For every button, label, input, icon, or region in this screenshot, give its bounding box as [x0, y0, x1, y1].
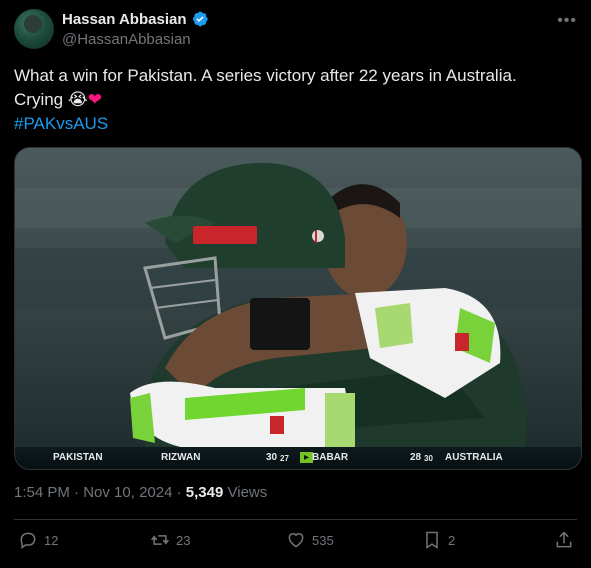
avatar[interactable]	[14, 9, 54, 49]
separator: ·	[172, 484, 186, 501]
reply-button[interactable]: 12	[18, 530, 58, 550]
team-left: PAKISTAN	[53, 452, 103, 463]
reply-icon	[20, 532, 36, 549]
tweet-text: What a win for Pakistan. A series victor…	[14, 64, 574, 136]
heart-emoji-icon: ❤	[87, 90, 102, 109]
batter2-name: BABAR	[312, 452, 349, 463]
more-options-icon[interactable]: •••	[557, 12, 577, 30]
action-bar: 12 23 535 2	[14, 530, 577, 554]
views-label: Views	[223, 484, 268, 501]
time-text[interactable]: 1:54 PM	[14, 484, 70, 501]
like-button[interactable]: 535	[286, 530, 334, 550]
author-handle[interactable]: @HassanAbbasian	[62, 31, 191, 48]
batter1-name: RIZWAN	[161, 452, 201, 463]
tweet-line1: What a win for Pakistan. A series victor…	[14, 66, 517, 85]
separator: ·	[69, 484, 84, 501]
hashtag-link[interactable]: #PAKvsAUS	[14, 112, 574, 136]
tweet-line2: Crying	[14, 90, 68, 109]
bookmark-icon	[426, 531, 438, 549]
repost-icon	[151, 535, 169, 545]
heart-icon	[288, 533, 304, 548]
views-count: 5,349	[185, 484, 224, 501]
batter2-score: 28	[410, 452, 422, 463]
reply-count: 12	[44, 532, 59, 548]
divider	[14, 519, 577, 520]
tweet-image[interactable]: PAKISTAN RIZWAN 30 27 ▸ BABAR 28 30 AUST…	[14, 147, 582, 470]
team-right: AUSTRALIA	[445, 452, 503, 463]
bookmark-button[interactable]: 2	[422, 530, 455, 550]
author-name[interactable]: Hassan Abbasian	[62, 11, 187, 28]
verified-badge-icon	[192, 11, 208, 27]
tweet-timestamp: 1:54 PM · Nov 10, 2024 · 5,349 Views	[14, 484, 267, 501]
date-text[interactable]: Nov 10, 2024	[83, 484, 172, 501]
crying-emoji-icon: 😭	[67, 90, 88, 109]
batter2-balls: 30	[424, 454, 433, 463]
repost-button[interactable]: 23	[150, 530, 190, 550]
cricket-celebration-illustration	[15, 148, 581, 469]
repost-count: 23	[176, 532, 191, 548]
batter1-balls: 27	[280, 454, 289, 463]
author-name-row[interactable]: Hassan Abbasian	[62, 10, 209, 28]
share-button[interactable]	[554, 530, 574, 550]
scoreboard: PAKISTAN RIZWAN 30 27 ▸ BABAR 28 30 AUST…	[15, 447, 581, 469]
bookmark-count: 2	[448, 532, 456, 548]
batter1-score: 30	[266, 452, 278, 463]
share-icon	[556, 531, 572, 548]
like-count: 535	[312, 532, 334, 548]
